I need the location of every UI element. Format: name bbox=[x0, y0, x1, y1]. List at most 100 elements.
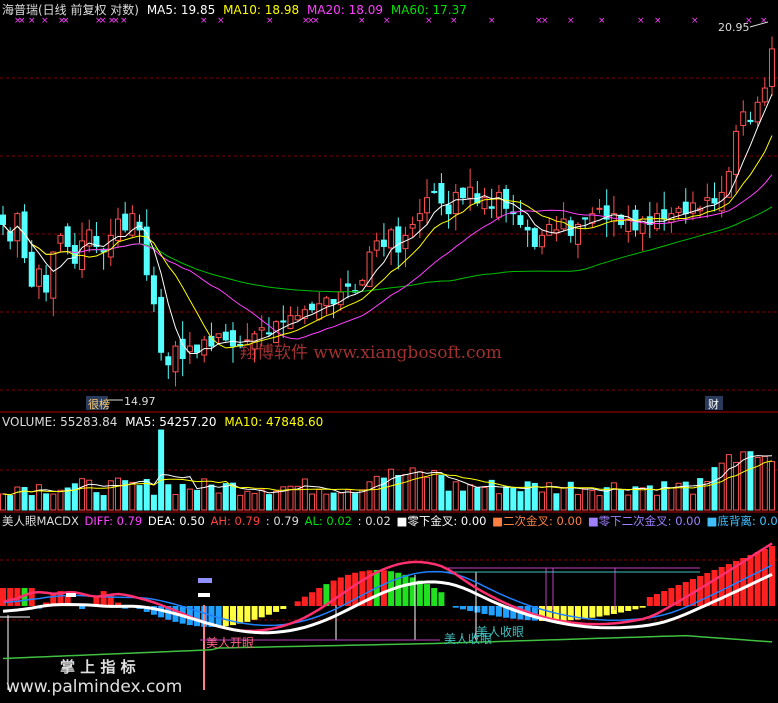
volume-bar bbox=[395, 475, 402, 511]
signal-block-2 bbox=[198, 578, 212, 583]
diff-legend: DIFF: 0.79 bbox=[84, 514, 143, 528]
candle-body bbox=[50, 251, 57, 299]
stock-chart[interactable]: 翔博软件 www.xiangbosoft.com ×× × × ×× ×× ×× × × × × ×… bbox=[0, 0, 778, 703]
volume-bar bbox=[273, 490, 280, 511]
volume-bar bbox=[316, 488, 323, 511]
volume-bar bbox=[625, 494, 632, 511]
volume-bar bbox=[524, 481, 531, 511]
volume-bar bbox=[100, 495, 107, 511]
candle-body bbox=[661, 209, 668, 220]
x-marker: × bbox=[691, 16, 699, 26]
x-marker: × bbox=[18, 16, 26, 26]
macd-bar bbox=[704, 573, 711, 606]
macd-bar bbox=[661, 591, 668, 606]
macd-legend: 美人眼MACDX DIFF: 0.79 DEA: 0.50 AH: 0.79 :… bbox=[2, 514, 778, 528]
volume-ma5-legend: MA5: 54257.20 bbox=[125, 415, 217, 429]
volume-bar bbox=[488, 479, 495, 511]
candle-body bbox=[711, 198, 718, 204]
volume-bar bbox=[618, 489, 625, 511]
second-zero-cross-legend: ■零下二次金叉: 0.00 bbox=[587, 514, 701, 528]
macd-bar bbox=[747, 555, 754, 606]
macd-bar bbox=[582, 606, 589, 619]
macd-bar bbox=[438, 592, 445, 606]
palmindex-cn-watermark: 掌 上 指 标 bbox=[60, 658, 136, 676]
volume-bar bbox=[474, 487, 481, 511]
x-marker: × bbox=[637, 16, 645, 26]
volume-bar bbox=[388, 468, 395, 511]
volume-bar bbox=[402, 474, 409, 511]
candle-body bbox=[560, 218, 567, 230]
x-marker: × bbox=[358, 16, 366, 26]
volume-bar bbox=[639, 487, 646, 511]
candle-body bbox=[467, 186, 474, 199]
candle-body bbox=[495, 191, 502, 218]
volume-bar bbox=[337, 492, 344, 511]
candle-body bbox=[287, 315, 294, 329]
candle-body bbox=[229, 330, 236, 347]
volume-bar bbox=[510, 487, 517, 511]
volume-bar bbox=[194, 489, 201, 511]
volume-bar bbox=[251, 492, 258, 511]
al-legend: AL: 0.02 bbox=[304, 514, 353, 528]
volume-bar bbox=[35, 484, 42, 511]
macd-bar bbox=[316, 588, 323, 606]
volume-bar bbox=[661, 481, 668, 511]
macd-bar bbox=[632, 606, 639, 610]
volume-bar bbox=[244, 490, 251, 511]
candle-body bbox=[172, 345, 179, 373]
candle-body bbox=[158, 296, 165, 353]
macd-bar bbox=[265, 606, 272, 615]
candle-body bbox=[582, 217, 589, 220]
volume-bar bbox=[50, 493, 57, 511]
x-marker: × bbox=[200, 16, 208, 26]
candle-body bbox=[222, 331, 229, 341]
volume-bar bbox=[201, 478, 208, 511]
macd-bar bbox=[474, 606, 481, 613]
macd-bar bbox=[309, 592, 316, 606]
macd-bar bbox=[610, 606, 617, 614]
volume-bar bbox=[503, 486, 510, 511]
x-marker: × bbox=[654, 16, 662, 26]
volume-bar bbox=[14, 486, 21, 511]
x-marker: × bbox=[62, 16, 70, 26]
macd-bar bbox=[416, 580, 423, 606]
volume-bar bbox=[222, 483, 229, 511]
volume-bar bbox=[718, 462, 725, 511]
volume-bar bbox=[481, 486, 488, 511]
x-marker: × bbox=[488, 16, 496, 26]
macd-bar bbox=[0, 588, 6, 606]
candle-body bbox=[309, 303, 316, 311]
x-marker: × bbox=[112, 16, 120, 26]
candle-body bbox=[344, 283, 351, 287]
volume-bar bbox=[0, 493, 6, 511]
volume-bar bbox=[711, 467, 718, 511]
macd-bar bbox=[251, 606, 258, 620]
candle-body bbox=[35, 268, 42, 287]
price-watermark: 翔博软件 www.xiangbosoft.com bbox=[240, 343, 502, 363]
volume-bar bbox=[438, 474, 445, 511]
x-marker: × bbox=[383, 16, 391, 26]
macd-bar bbox=[28, 588, 35, 606]
volume-bar bbox=[129, 481, 136, 511]
high-price-label: 20.95 bbox=[718, 21, 750, 34]
volume-bar bbox=[589, 490, 596, 511]
macd-bar bbox=[646, 597, 653, 606]
candle-body bbox=[395, 226, 402, 253]
macd-bar bbox=[488, 606, 495, 616]
candle-body bbox=[424, 197, 431, 214]
volume-bar bbox=[596, 495, 603, 511]
macd-bar bbox=[567, 606, 574, 621]
volume-bar bbox=[452, 481, 459, 511]
x-marker: × bbox=[120, 16, 128, 26]
macd-bar bbox=[495, 606, 502, 617]
x-marker: × bbox=[312, 16, 320, 26]
candle-body bbox=[517, 215, 524, 225]
volume-bar bbox=[172, 493, 179, 511]
candlestick-series bbox=[0, 36, 775, 387]
volume-bar bbox=[7, 495, 14, 511]
diff-line bbox=[2, 542, 773, 633]
volume-bar bbox=[43, 493, 50, 511]
macd-bar bbox=[639, 606, 646, 608]
volume-bar bbox=[186, 488, 193, 511]
candle-body bbox=[28, 251, 35, 287]
